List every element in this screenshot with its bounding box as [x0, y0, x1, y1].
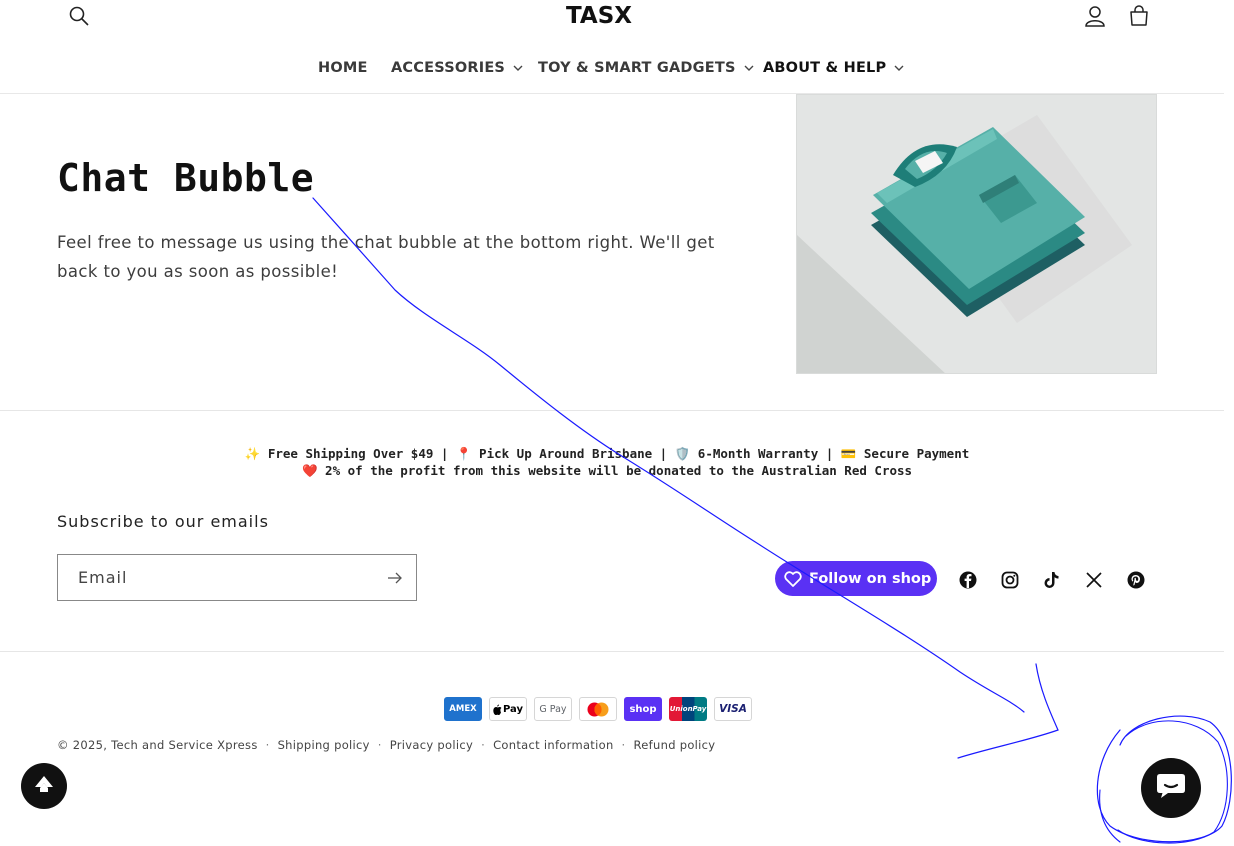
- nav-item-label: HOME: [318, 60, 368, 76]
- nav-item-label: ABOUT & HELP: [763, 60, 887, 76]
- refund-policy-link[interactable]: Refund policy: [634, 738, 716, 752]
- cart-icon[interactable]: [1123, 0, 1155, 32]
- follow-label: Follow on shop: [809, 570, 932, 587]
- payment-google-pay-icon: G Pay: [534, 697, 572, 721]
- chat-bubble-button[interactable]: [1141, 758, 1201, 818]
- nav-item-accessories[interactable]: ACCESSORIES: [391, 60, 523, 76]
- payment-visa-icon: VISA: [714, 697, 752, 721]
- page-title: Chat Bubble: [57, 156, 315, 200]
- section-divider: [0, 651, 1224, 652]
- site-logo[interactable]: TASX: [560, 0, 652, 34]
- nav-item-home[interactable]: HOME: [318, 60, 368, 76]
- chevron-down-icon: [744, 65, 754, 72]
- footer-links: © 2025, Tech and Service Xpress · Shippi…: [57, 738, 715, 752]
- footer-separator: ·: [377, 738, 382, 752]
- nav-item-label: TOY & SMART GADGETS: [538, 60, 736, 76]
- chevron-down-icon: [513, 65, 523, 72]
- tiktok-icon[interactable]: [1042, 570, 1062, 590]
- footer-separator: ·: [481, 738, 486, 752]
- nav-item-about-help[interactable]: ABOUT & HELP: [763, 60, 904, 76]
- copyright-text: © 2025, Tech and Service Xpress: [57, 738, 258, 752]
- account-icon[interactable]: [1079, 0, 1111, 32]
- payment-shop-pay-icon: shop: [624, 697, 662, 721]
- folded-shirts-illustration: [796, 94, 1157, 374]
- logo-text: TASX: [566, 3, 633, 29]
- subscribe-title: Subscribe to our emails: [57, 512, 269, 531]
- site-header: TASX HOME ACCESSORIES TOY & SMART GADGET…: [0, 0, 1224, 94]
- announcement-line-1: ✨ Free Shipping Over $49 | 📍 Pick Up Aro…: [244, 446, 970, 461]
- payment-amex-icon: AMEX: [444, 697, 482, 721]
- email-field-container: [57, 554, 417, 601]
- contact-information-link[interactable]: Contact information: [493, 738, 613, 752]
- scroll-to-top-icon: [34, 775, 54, 797]
- chat-bubble-icon: [1156, 772, 1186, 804]
- nav-item-toy-smart-gadgets[interactable]: TOY & SMART GADGETS: [538, 60, 754, 76]
- search-icon[interactable]: [63, 0, 95, 32]
- instagram-icon[interactable]: [1000, 570, 1020, 590]
- arrow-right-icon[interactable]: [384, 567, 406, 589]
- x-icon[interactable]: [1084, 570, 1104, 590]
- main-nav: HOME ACCESSORIES TOY & SMART GADGETS ABO…: [0, 60, 1224, 84]
- footer-separator: ·: [621, 738, 626, 752]
- announcement-line-2: ❤️ 2% of the profit from this website wi…: [301, 463, 913, 478]
- payment-mastercard-icon: [579, 697, 617, 721]
- payment-apple-pay-icon: Pay: [489, 697, 527, 721]
- chevron-down-icon: [894, 65, 904, 72]
- heart-icon: [784, 570, 802, 587]
- pinterest-icon[interactable]: [1126, 570, 1146, 590]
- email-field[interactable]: [58, 555, 378, 600]
- facebook-icon[interactable]: [958, 570, 978, 590]
- section-divider: [0, 410, 1224, 411]
- scroll-to-top-button[interactable]: [21, 763, 67, 809]
- footer-separator: ·: [265, 738, 270, 752]
- payment-methods: AMEX Pay G Pay shop UnionPay VISA: [444, 697, 752, 721]
- privacy-policy-link[interactable]: Privacy policy: [390, 738, 473, 752]
- nav-item-label: ACCESSORIES: [391, 60, 506, 76]
- follow-on-shop-button[interactable]: Follow on shop: [775, 561, 937, 596]
- hero-description: Feel free to message us using the chat b…: [57, 233, 715, 281]
- payment-unionpay-icon: UnionPay: [669, 697, 707, 721]
- shipping-policy-link[interactable]: Shipping policy: [278, 738, 370, 752]
